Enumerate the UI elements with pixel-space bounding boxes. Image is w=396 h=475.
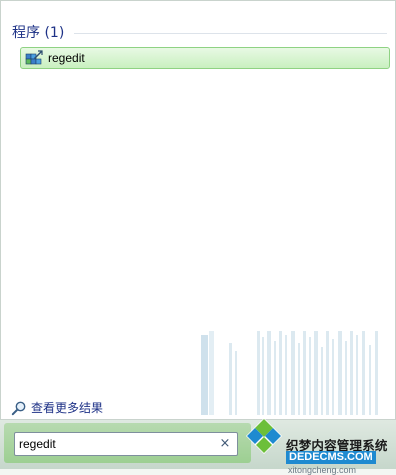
start-search-box[interactable]: × (14, 432, 238, 456)
start-menu-results-panel: 程序 (1) regedit 查看更多结果 (0, 0, 396, 420)
clear-search-button[interactable]: × (218, 436, 232, 452)
watermark-domain: DEDECMS.COM (286, 451, 376, 464)
see-more-label: 查看更多结果 (31, 401, 104, 415)
section-divider (74, 32, 387, 34)
programs-section-header: 程序 (1) (12, 22, 387, 42)
search-icon (11, 401, 26, 415)
watermark-barcode-decoration (201, 331, 378, 415)
result-item-regedit[interactable]: regedit (20, 47, 390, 69)
result-item-label: regedit (48, 51, 85, 65)
see-more-results-link[interactable]: 查看更多结果 (11, 399, 103, 416)
programs-section-title: 程序 (1) (12, 25, 65, 41)
watermark-subdomain: xitongcheng.com (288, 465, 357, 475)
search-input[interactable] (19, 434, 215, 454)
site-logo-icon (246, 418, 282, 454)
registry-editor-icon (25, 50, 43, 65)
watermark-logo: 织梦内容管理系统 DEDECMS.COM xitongcheng.com (240, 412, 396, 475)
